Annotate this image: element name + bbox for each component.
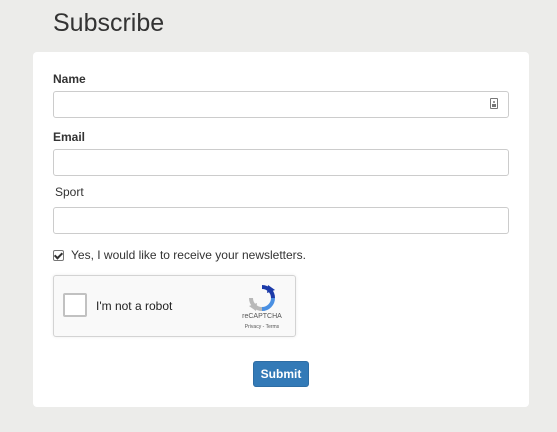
subscribe-form: Name Email Sport Yes, I would like to re… (33, 52, 529, 407)
privacy-link[interactable]: Privacy (245, 324, 261, 330)
recaptcha-links: Privacy - Terms (237, 324, 287, 330)
newsletter-option[interactable]: Yes, I would like to receive your newsle… (53, 248, 306, 262)
contact-card-icon[interactable] (490, 98, 498, 109)
recaptcha-logo-icon (249, 285, 275, 311)
newsletter-checkbox[interactable] (53, 249, 64, 261)
email-input[interactable] (53, 149, 509, 176)
newsletter-label: Yes, I would like to receive your newsle… (71, 248, 307, 262)
page-title: Subscribe (53, 9, 165, 37)
recaptcha-brand: reCAPTCHA (242, 313, 282, 320)
sport-label: Sport (55, 185, 84, 199)
name-label: Name (53, 72, 86, 86)
name-input[interactable] (53, 91, 509, 118)
sport-input[interactable] (53, 207, 509, 234)
submit-button[interactable]: Submit (253, 361, 309, 387)
recaptcha-checkbox[interactable] (63, 293, 87, 317)
terms-link[interactable]: Terms (266, 324, 280, 330)
recaptcha-widget: I'm not a robot reCAPTCHA Privacy - Term… (53, 275, 296, 337)
email-label: Email (53, 130, 86, 144)
recaptcha-label: I'm not a robot (96, 299, 173, 313)
